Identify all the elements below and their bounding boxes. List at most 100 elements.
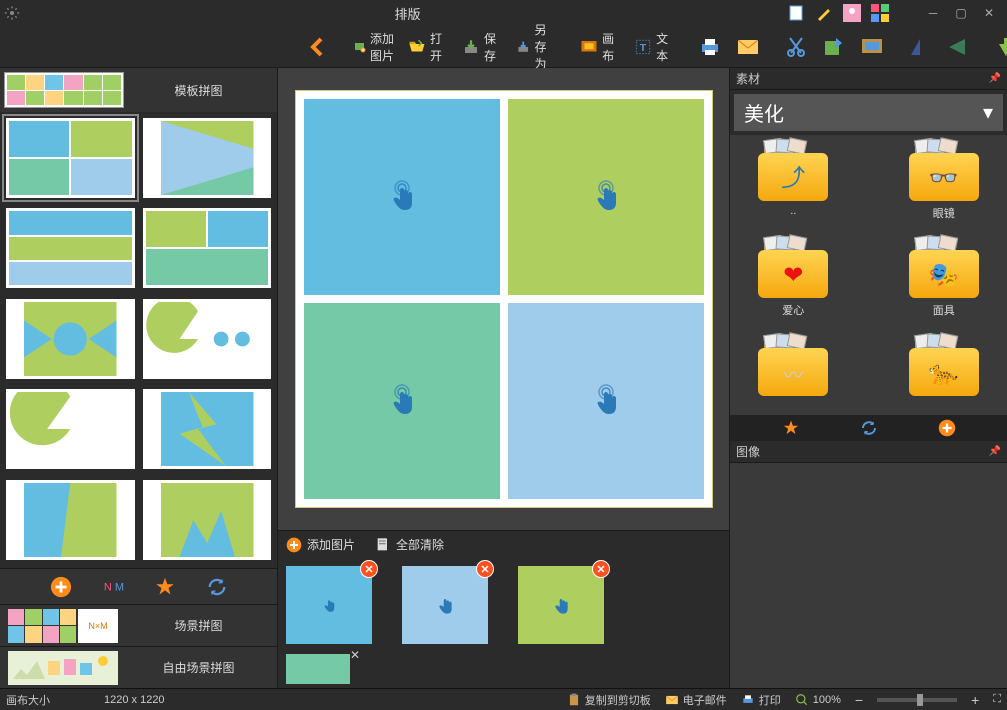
pin-icon[interactable]: 📌	[989, 446, 1001, 457]
refresh-icon[interactable]	[860, 419, 878, 437]
asset-folder-mask[interactable]: 🎭面具	[889, 240, 1000, 325]
title-bar: 排版 ─ ▢ ✕	[0, 0, 1007, 26]
save-as-label: 另存为	[534, 21, 556, 72]
delete-icon[interactable]: ✕	[592, 560, 610, 578]
asset-folder-animal[interactable]: 🐆	[889, 338, 1000, 407]
canvas-button[interactable]: 画布	[574, 27, 626, 67]
add-asset-icon[interactable]	[938, 419, 956, 437]
delete-icon[interactable]: ✕	[350, 648, 360, 662]
canvas-label: 画布	[602, 30, 620, 64]
zoom-slider[interactable]	[877, 698, 957, 702]
assets-title: 素材	[736, 70, 760, 87]
template-collage-label: 模板拼图	[124, 82, 273, 99]
email-icon[interactable]	[730, 32, 766, 62]
email-button[interactable]: 电子邮件	[665, 692, 727, 708]
zoom-out-icon[interactable]: −	[855, 692, 863, 708]
template-item[interactable]	[143, 118, 272, 198]
maximize-button[interactable]: ▢	[947, 3, 975, 23]
main-toolbar: 添加图片 打开 保存 另存为 画布 T文本	[0, 26, 1007, 68]
scene-collage-label: 场景拼图	[128, 617, 269, 634]
window-title: 排版	[28, 4, 787, 23]
filmstrip-item-small[interactable]: ✕	[286, 654, 350, 684]
share-icon[interactable]	[816, 32, 852, 62]
svg-text:M: M	[114, 581, 123, 593]
left-panel: 模板拼图 NM N×M 场景拼图	[0, 68, 278, 688]
flip-v-icon[interactable]	[940, 32, 976, 62]
refresh-icon[interactable]	[206, 576, 228, 598]
collage-cell-2[interactable]	[508, 99, 704, 295]
cut-icon[interactable]	[778, 32, 814, 62]
right-panel: 素材 📌 美化▾ ⤴.. 👓眼镜 ❤爱心 🎭面具 〰 🐆 图像 📌	[729, 68, 1007, 688]
touch-icon	[591, 382, 621, 420]
portrait-icon[interactable]	[843, 4, 861, 22]
touch-icon	[591, 178, 621, 216]
template-item[interactable]	[143, 208, 272, 288]
template-item[interactable]	[6, 299, 135, 379]
filmstrip-clear-label: 全部清除	[396, 536, 444, 553]
template-actions: NM	[0, 568, 277, 604]
category-dropdown[interactable]: 美化▾	[734, 94, 1003, 131]
asset-folder-mustache[interactable]: 〰	[738, 338, 849, 407]
back-button[interactable]	[300, 32, 336, 62]
add-image-button[interactable]: 添加图片	[348, 27, 400, 67]
favorite-icon[interactable]	[154, 576, 176, 598]
dropdown-label: 美化	[744, 98, 784, 127]
pin-icon[interactable]: 📌	[989, 73, 1001, 84]
title-quick-icons	[787, 4, 889, 22]
print-button[interactable]: 打印	[741, 692, 781, 708]
nxm-icon[interactable]: NM	[102, 576, 124, 598]
text-label: 文本	[656, 30, 674, 64]
collage-cell-1[interactable]	[304, 99, 500, 295]
grid-icon[interactable]	[871, 4, 889, 22]
fit-icon[interactable]: ⛶	[993, 693, 1001, 706]
status-bar: 画布大小 1220 x 1220 复制到剪切板 电子邮件 打印 100% − +…	[0, 688, 1007, 710]
template-item[interactable]	[6, 118, 135, 198]
minimize-button[interactable]: ─	[919, 3, 947, 23]
save-as-button[interactable]: 另存为	[510, 18, 562, 75]
template-collage-header[interactable]: 模板拼图	[0, 68, 277, 112]
pencil-icon[interactable]	[815, 4, 833, 22]
filmstrip-item[interactable]: ✕	[402, 566, 488, 644]
template-item[interactable]	[6, 389, 135, 469]
zoom-display[interactable]: 100%	[795, 693, 841, 707]
assets-panel-header: 素材 📌	[730, 68, 1007, 90]
filmstrip-clear-button[interactable]: 全部清除	[375, 536, 444, 553]
star-icon[interactable]	[782, 419, 800, 437]
text-button[interactable]: T文本	[628, 27, 680, 67]
filmstrip-item[interactable]: ✕	[518, 566, 604, 644]
asset-grid: ⤴.. 👓眼镜 ❤爱心 🎭面具 〰 🐆	[730, 135, 1007, 415]
app-icon	[4, 5, 20, 21]
zoom-in-icon[interactable]: +	[971, 692, 979, 708]
delete-icon[interactable]: ✕	[476, 560, 494, 578]
filmstrip-add-button[interactable]: 添加图片	[286, 536, 355, 553]
copy-clipboard-button[interactable]: 复制到剪切板	[567, 692, 651, 708]
flip-h-icon[interactable]	[902, 32, 938, 62]
add-image-label: 添加图片	[370, 30, 394, 64]
open-button[interactable]: 打开	[402, 27, 454, 67]
plugin-icon[interactable]	[988, 32, 1007, 62]
asset-folder-heart[interactable]: ❤爱心	[738, 240, 849, 325]
save-button[interactable]: 保存	[456, 27, 508, 67]
image-title: 图像	[736, 443, 760, 460]
scene-thumb: N×M	[8, 609, 118, 643]
template-item[interactable]	[143, 299, 272, 379]
template-item[interactable]	[6, 480, 135, 560]
filmstrip-item[interactable]: ✕	[286, 566, 372, 644]
doc-icon[interactable]	[787, 4, 805, 22]
add-template-icon[interactable]	[50, 576, 72, 598]
wallpaper-icon[interactable]	[854, 32, 890, 62]
template-item[interactable]	[143, 389, 272, 469]
image-panel-header: 图像 📌	[730, 441, 1007, 463]
delete-icon[interactable]: ✕	[360, 560, 378, 578]
scene-collage-row[interactable]: N×M 场景拼图	[0, 604, 277, 646]
asset-folder-back[interactable]: ⤴..	[738, 143, 849, 228]
asset-folder-glasses[interactable]: 👓眼镜	[889, 143, 1000, 228]
template-item[interactable]	[143, 480, 272, 560]
close-button[interactable]: ✕	[975, 3, 1003, 23]
canvas-size-label: 画布大小	[6, 692, 50, 708]
template-item[interactable]	[6, 208, 135, 288]
collage-cell-3[interactable]	[304, 303, 500, 499]
free-scene-collage-row[interactable]: 自由场景拼图	[0, 646, 277, 688]
collage-cell-4[interactable]	[508, 303, 704, 499]
print-icon[interactable]	[692, 32, 728, 62]
